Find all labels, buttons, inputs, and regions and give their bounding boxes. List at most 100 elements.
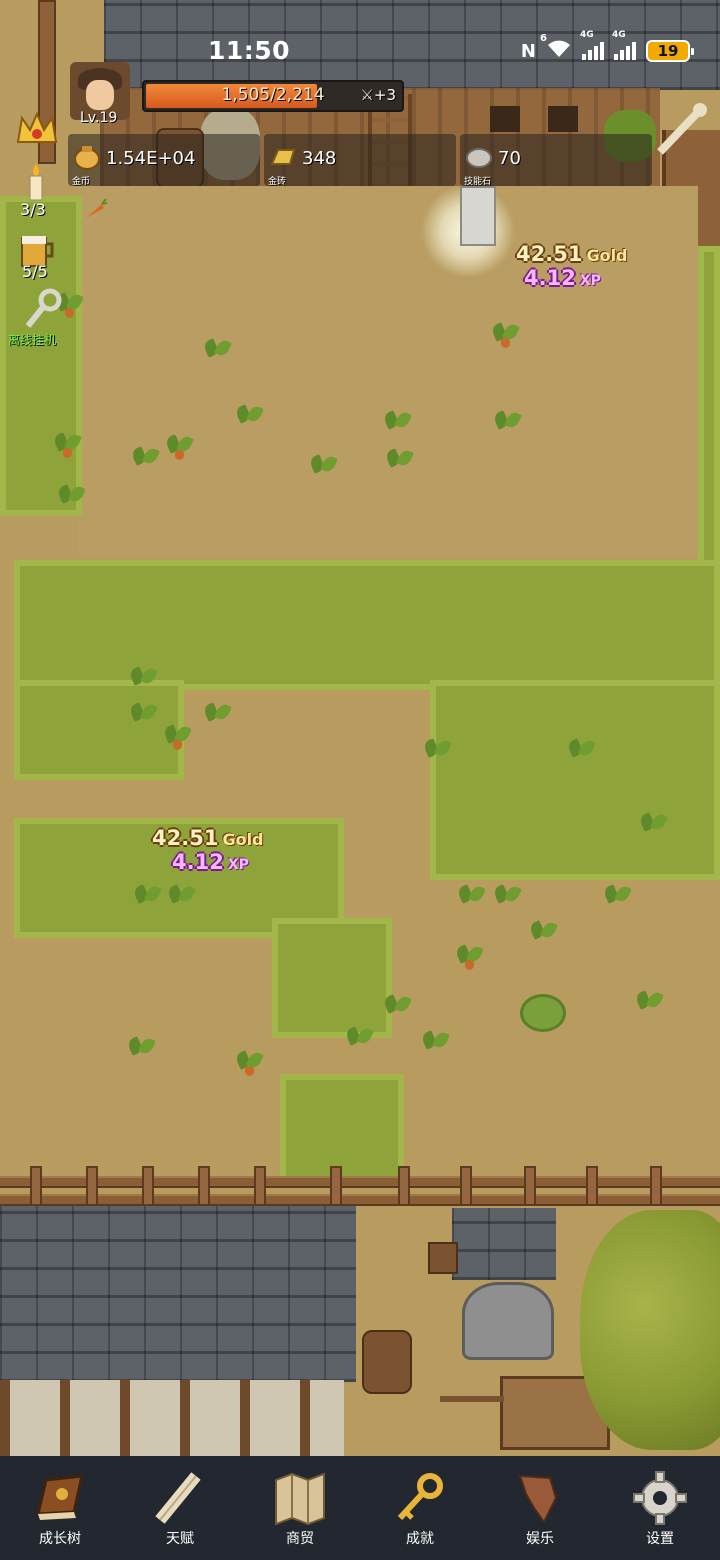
skill-stone-label: 技能石	[464, 177, 492, 187]
player-level: Lv.19	[80, 110, 118, 126]
fence-rail	[0, 1176, 720, 1188]
gear-icon	[630, 1468, 690, 1528]
crop[interactable]	[130, 702, 156, 728]
carrot-crop[interactable]	[166, 434, 192, 460]
crop[interactable]	[204, 338, 230, 364]
gold-resource[interactable]: 1.54E+04 金币	[68, 134, 260, 187]
nav-label: 成长树	[39, 1531, 81, 1547]
gold-coin-bag-icon	[72, 144, 102, 170]
crop[interactable]	[568, 738, 594, 764]
crop[interactable]	[58, 484, 84, 510]
nav-label: 商贸	[286, 1531, 314, 1547]
crop[interactable]	[386, 448, 412, 474]
crown-icon[interactable]	[14, 108, 60, 148]
well[interactable]	[462, 1282, 554, 1360]
gold-bar-resource[interactable]: 348 金砖	[264, 134, 456, 187]
gold-bar-icon	[268, 144, 298, 170]
crop[interactable]	[640, 812, 666, 838]
nav-label: 天赋	[166, 1531, 194, 1547]
farm-scene[interactable]	[0, 0, 720, 1456]
reward-gold-value: 42.51	[152, 826, 219, 850]
crop[interactable]	[636, 990, 662, 1016]
crop[interactable]	[424, 738, 450, 764]
barrel	[362, 1330, 412, 1394]
map-icon	[270, 1468, 330, 1528]
crop[interactable]	[384, 994, 410, 1020]
scroll-icon	[150, 1468, 210, 1528]
reward-xp-value: 4.12	[172, 850, 224, 874]
clock: 11:50	[208, 36, 291, 65]
crop[interactable]	[168, 884, 194, 910]
crop[interactable]	[422, 1030, 448, 1056]
carrot-crop[interactable]	[164, 724, 190, 750]
fence-post	[30, 1166, 42, 1206]
grass-mid-block	[272, 918, 392, 1038]
carrot-crop[interactable]	[54, 432, 80, 458]
fence-post	[524, 1166, 536, 1206]
fence-post	[142, 1166, 154, 1206]
nav-label: 设置	[646, 1531, 674, 1547]
xp-bar: 1,505/2,214 ⚔+3	[142, 80, 404, 112]
status-icons: N 6 4G 4G 19	[520, 30, 694, 64]
bottom-nav: 成长树 天赋 商贸 成就 娱乐 设置	[0, 1456, 720, 1560]
crop[interactable]	[604, 884, 630, 910]
crop[interactable]	[310, 454, 336, 480]
beer-count: 5/5	[22, 262, 48, 281]
carrot-icon	[84, 198, 108, 220]
nav-entertainment[interactable]: 娱乐	[480, 1456, 600, 1560]
reward-gold-value: 42.51	[516, 242, 583, 266]
crop[interactable]	[132, 446, 158, 472]
carrot-crop[interactable]	[236, 1050, 262, 1076]
crop[interactable]	[204, 702, 230, 728]
fence-rail	[0, 1194, 720, 1206]
fence-post	[650, 1166, 662, 1206]
nav-talent[interactable]: 天赋	[120, 1456, 240, 1560]
crop[interactable]	[384, 410, 410, 436]
banner-icon	[510, 1468, 570, 1528]
crop[interactable]	[494, 884, 520, 910]
carrot-crop[interactable]	[492, 322, 518, 348]
reward-popup: 42.51 Gold 4.12 XP	[152, 826, 264, 874]
wifi-icon: 6	[540, 33, 572, 63]
top-building-window	[490, 106, 520, 132]
reward-gold-unit: Gold	[586, 246, 628, 265]
signal-icon: 4G	[580, 30, 604, 64]
key-icon	[390, 1468, 450, 1528]
crop[interactable]	[494, 410, 520, 436]
tree	[580, 1210, 720, 1450]
top-right-tool-icon[interactable]	[654, 100, 710, 158]
crop[interactable]	[236, 404, 262, 430]
bucket	[428, 1242, 458, 1274]
reward-xp-unit: XP	[227, 857, 249, 873]
nav-achievement[interactable]: 成就	[360, 1456, 480, 1560]
crop[interactable]	[530, 920, 556, 946]
crop[interactable]	[458, 884, 484, 910]
crop[interactable]	[346, 1026, 372, 1052]
xp-bonus: ⚔+3	[360, 86, 396, 104]
fence-post	[86, 1166, 98, 1206]
cabbage-crop[interactable]	[520, 994, 566, 1032]
skill-stone-icon	[464, 144, 494, 170]
crop[interactable]	[128, 1036, 154, 1062]
nfc-icon: N	[520, 40, 536, 62]
grass-bottom-patch	[280, 1074, 404, 1184]
idle-mode-label[interactable]: 离线挂机	[8, 331, 56, 348]
crop[interactable]	[130, 666, 156, 692]
fence-post	[586, 1166, 598, 1206]
skill-stone-resource[interactable]: 70 技能石	[460, 134, 652, 187]
grass-band	[14, 560, 720, 690]
fence-post	[198, 1166, 210, 1206]
nav-trade[interactable]: 商贸	[240, 1456, 360, 1560]
crop[interactable]	[134, 884, 160, 910]
fence-post	[254, 1166, 266, 1206]
grass-right-lower	[430, 680, 720, 880]
nav-settings[interactable]: 设置	[600, 1456, 720, 1560]
carrot-crop[interactable]	[456, 944, 482, 970]
wrench-icon[interactable]	[22, 288, 64, 332]
gold-bar-label: 金砖	[268, 177, 287, 187]
candle-icon[interactable]	[20, 162, 52, 202]
fence-post	[330, 1166, 342, 1206]
signal-icon: 4G	[612, 30, 636, 64]
nav-growth-tree[interactable]: 成长树	[0, 1456, 120, 1560]
cart-shaft	[440, 1396, 504, 1402]
